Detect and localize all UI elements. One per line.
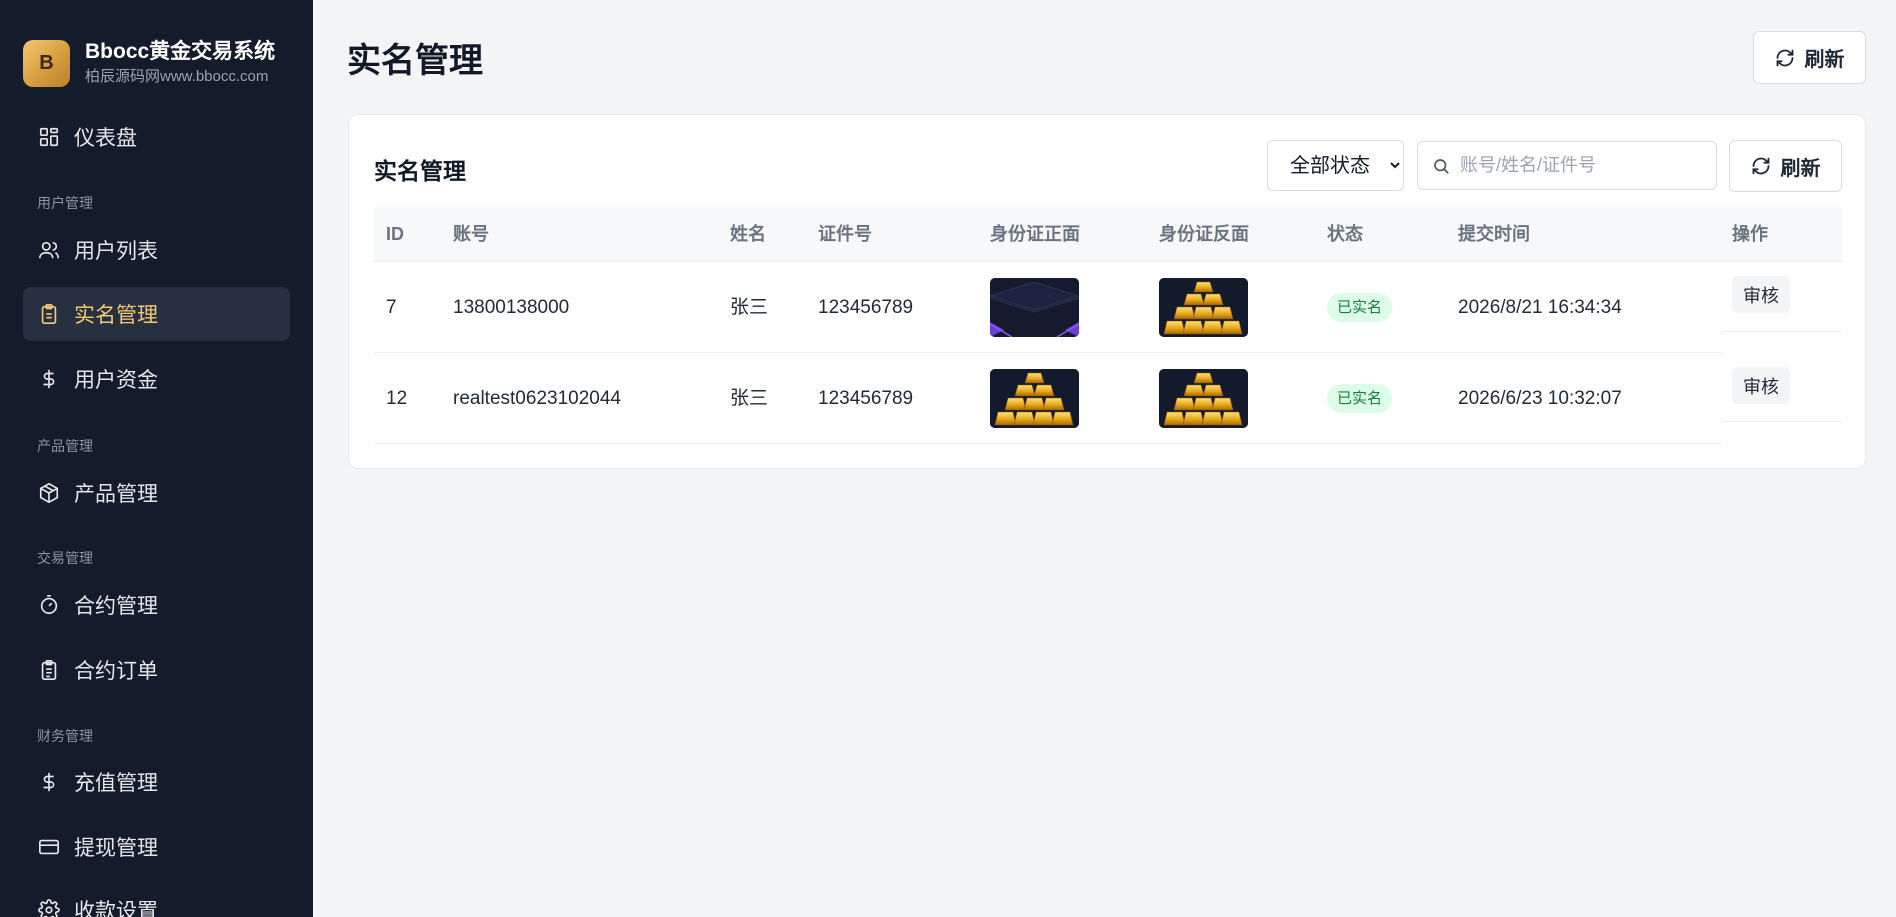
cell-submit-time: 2026/6/23 10:32:07 [1458,388,1622,409]
search-box[interactable] [1417,141,1717,190]
column-header-account: 账号 [453,224,489,244]
dark-card-image [990,278,1079,337]
column-header-name: 姓名 [730,224,766,244]
cell-id: 12 [386,388,408,409]
sidebar-item-label: 收款设置 [74,900,158,917]
sidebar-group-trade: 交易管理 [37,550,93,566]
table-row: 7 13800138000 张三 123456789 已实名 2026/8/21… [374,262,1842,353]
refresh-icon [1752,157,1769,175]
id-front-thumbnail[interactable] [990,369,1079,428]
sidebar-item-withdraw[interactable]: 提现管理 [23,820,290,874]
cell-id-number: 123456789 [818,388,914,409]
id-back-thumbnail[interactable] [1159,278,1248,337]
gold-bars-image [1159,278,1248,337]
sidebar-item-label: 产品管理 [74,483,158,506]
column-header-id-back: 身份证反面 [1159,224,1249,244]
sidebar-item-contract-orders[interactable]: 合约订单 [23,643,290,697]
column-header-action: 操作 [1732,224,1768,244]
table-header: ID 账号 姓名 证件号 身份证正面 身份证反面 状态 提交时间 操作 [374,207,1842,262]
card-title: 实名管理 [374,158,466,184]
brand-logo: B [23,39,70,87]
divider [374,443,1722,444]
brand: B Bbocc黄金交易系统 柏辰源码网www.bbocc.com [0,0,313,100]
sidebar-item-label: 提现管理 [74,837,158,860]
divider [1722,421,1842,422]
refresh-icon [1776,49,1793,66]
gold-bars-image [1159,369,1248,428]
realname-table: ID 账号 姓名 证件号 身份证正面 身份证反面 状态 提交时间 操作 7 13… [374,207,1842,444]
sidebar-item-label: 用户列表 [74,240,158,263]
cell-name: 张三 [730,297,769,318]
cell-account: realtest0623102044 [453,388,621,409]
gold-bars-image [990,369,1079,428]
sidebar-item-recharge[interactable]: 充值管理 [23,755,290,809]
sidebar-group-product: 产品管理 [37,438,93,454]
table-row: 12 realtest0623102044 张三 123456789 已实名 2… [374,353,1842,444]
sidebar-item-dashboard[interactable]: 仪表盘 [23,110,290,164]
sidebar-item-label: 合约订单 [74,660,158,683]
column-header-status: 状态 [1327,224,1363,244]
audit-button[interactable]: 审核 [1732,276,1790,313]
cell-account: 13800138000 [453,297,570,318]
box-icon [39,482,59,504]
sidebar-item-user-funds[interactable]: 用户资金 [23,352,290,406]
sidebar-item-user-list[interactable]: 用户列表 [23,223,290,277]
search-input[interactable] [1460,155,1710,176]
id-back-thumbnail[interactable] [1159,369,1248,428]
sidebar-group-finance: 财务管理 [37,728,93,744]
sidebar: B Bbocc黄金交易系统 柏辰源码网www.bbocc.com 仪表盘 用户管… [0,0,313,917]
card-refresh-button[interactable]: 刷新 [1729,140,1842,192]
cell-name: 张三 [730,388,769,409]
id-front-thumbnail[interactable] [990,278,1079,337]
sidebar-item-products[interactable]: 产品管理 [23,466,290,520]
page-title: 实名管理 [347,42,483,80]
sidebar-item-realname[interactable]: 实名管理 [23,287,290,341]
cell-id-number: 123456789 [818,297,914,318]
cell-id: 7 [386,297,397,318]
divider [1722,331,1842,332]
sidebar-item-label: 实名管理 [74,304,158,327]
sidebar-item-label: 仪表盘 [74,127,137,150]
clipboard-icon [41,304,57,324]
search-icon [1434,158,1449,174]
status-filter-select[interactable]: 全部状态 [1267,140,1404,191]
cell-submit-time: 2026/8/21 16:34:34 [1458,297,1622,318]
users-icon [39,241,59,259]
sidebar-group-user: 用户管理 [37,195,93,211]
column-header-id-number: 证件号 [818,224,872,244]
status-badge: 已实名 [1327,293,1393,322]
header-refresh-button[interactable]: 刷新 [1753,31,1866,84]
clipboard-list-icon [41,660,57,680]
column-header-id: ID [386,224,404,244]
sidebar-item-label: 合约管理 [74,595,158,618]
dollar-icon [43,772,55,792]
realname-card: 实名管理 全部状态 刷新 ID 账号 姓名 证件号 身份证正面 身份证反面 状态… [348,114,1866,469]
brand-title: Bbocc黄金交易系统 [85,40,276,63]
audit-button[interactable]: 审核 [1732,367,1790,404]
card-icon [39,839,59,855]
timer-icon [40,595,58,615]
column-header-submit-time: 提交时间 [1458,224,1530,244]
brand-subtitle: 柏辰源码网www.bbocc.com [85,68,269,85]
dollar-icon [43,369,55,389]
status-badge: 已实名 [1327,384,1393,413]
sidebar-item-contracts[interactable]: 合约管理 [23,578,290,632]
sidebar-item-payment-settings[interactable]: 收款设置 [23,883,290,917]
sidebar-item-label: 充值管理 [74,772,158,795]
gear-icon [38,899,60,917]
column-header-id-front: 身份证正面 [990,224,1080,244]
refresh-label: 刷新 [1804,49,1845,71]
refresh-label: 刷新 [1780,157,1821,180]
sidebar-item-label: 用户资金 [74,369,158,392]
grid-icon [39,127,59,147]
